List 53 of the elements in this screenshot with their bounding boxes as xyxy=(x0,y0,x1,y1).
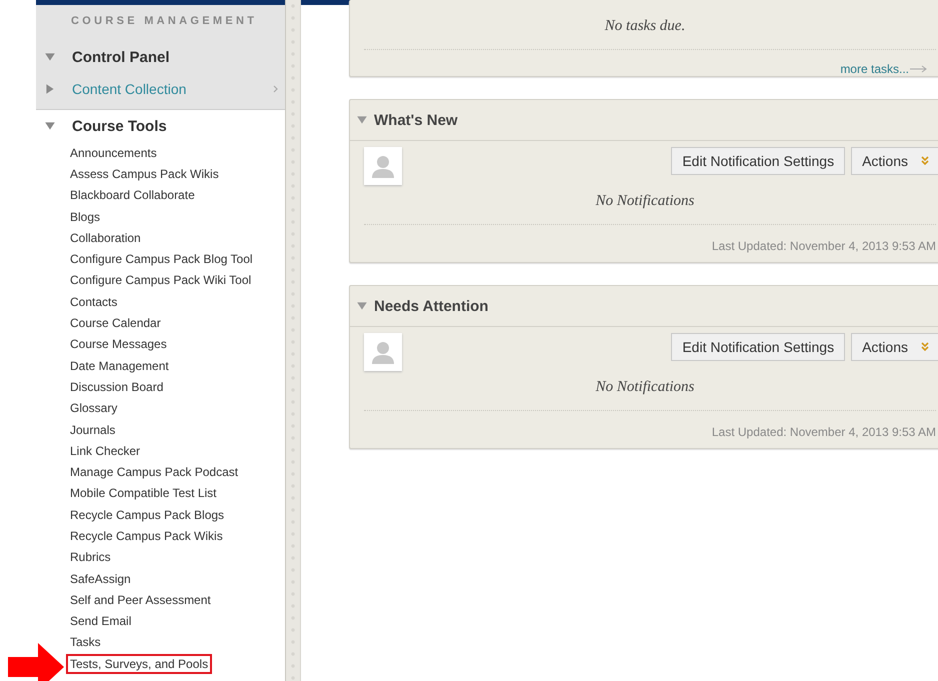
panel-title: What's New xyxy=(374,112,458,128)
actions-menu-button[interactable]: Actions xyxy=(851,147,938,175)
expand-triangle-icon[interactable] xyxy=(44,120,56,132)
menu-item[interactable]: Send Email xyxy=(66,611,136,632)
menu-item[interactable]: Configure Campus Pack Wiki Tool xyxy=(66,270,256,290)
menu-item[interactable]: Date Management xyxy=(66,356,173,376)
avatar-icon xyxy=(364,147,402,185)
empty-message: No tasks due. xyxy=(604,17,686,36)
menu-item[interactable]: Announcements xyxy=(66,142,161,163)
splitter-handle[interactable] xyxy=(285,0,301,681)
menu-item[interactable]: Course Calendar xyxy=(66,313,165,334)
menu-item[interactable]: Blogs xyxy=(66,206,104,227)
menu-item[interactable]: SafeAssign xyxy=(66,568,135,589)
double-chevron-down-icon xyxy=(920,342,930,352)
menu-item[interactable]: Glossary xyxy=(66,398,122,418)
expand-triangle-icon[interactable] xyxy=(44,83,56,95)
menu-item[interactable]: Journals xyxy=(66,420,120,440)
empty-message: No Notifications xyxy=(594,192,696,211)
menu-item[interactable]: Configure Campus Pack Blog Tool xyxy=(66,249,257,270)
menu-item[interactable]: Discussion Board xyxy=(66,376,168,397)
menu-item[interactable]: Collaboration xyxy=(66,228,145,248)
menu-section-title[interactable]: Control Panel xyxy=(72,48,170,66)
menu-item[interactable]: Contacts xyxy=(66,292,122,312)
expand-triangle-icon[interactable] xyxy=(44,51,56,63)
menu-item[interactable]: Tasks xyxy=(66,632,105,652)
panel-title: Needs Attention xyxy=(374,298,488,314)
avatar-icon xyxy=(364,333,402,371)
menu-item[interactable]: Rubrics xyxy=(66,547,115,568)
double-chevron-down-icon xyxy=(920,156,930,166)
menu-item[interactable]: Recycle Campus Pack Wikis xyxy=(66,526,227,546)
menu-item[interactable]: Self and Peer Assessment xyxy=(66,590,215,610)
arrow-right-icon xyxy=(910,65,928,73)
menu-item[interactable]: Manage Campus Pack Podcast xyxy=(66,462,242,482)
edit-settings-button[interactable]: Edit Notification Settings xyxy=(671,333,846,361)
edit-settings-button[interactable]: Edit Notification Settings xyxy=(671,147,846,175)
pointer-arrow-icon xyxy=(8,643,64,681)
last-updated-text: Last Updated: November 4, 2013 9:53 AM xyxy=(710,239,936,253)
more-tasks-link[interactable]: more tasks... xyxy=(840,62,909,76)
menu-item[interactable]: Recycle Campus Pack Blogs xyxy=(66,504,228,525)
menu-section-title[interactable]: Course Tools xyxy=(72,118,167,134)
last-updated-text: Last Updated: November 4, 2013 9:53 AM xyxy=(710,425,936,439)
collapse-triangle-icon[interactable] xyxy=(356,300,368,312)
section-heading: COURSE MANAGEMENT xyxy=(70,15,258,27)
menu-item[interactable]: Course Messages xyxy=(66,334,171,354)
chevron-right-icon xyxy=(273,85,279,93)
menu-item[interactable]: Assess Campus Pack Wikis xyxy=(66,164,223,184)
menu-item[interactable]: Mobile Compatible Test List xyxy=(66,483,221,504)
menu-item[interactable]: Link Checker xyxy=(66,440,144,461)
menu-item[interactable]: Blackboard Collaborate xyxy=(66,185,199,206)
empty-message: No Notifications xyxy=(594,378,696,397)
actions-menu-button[interactable]: Actions xyxy=(851,333,938,361)
collapse-triangle-icon[interactable] xyxy=(356,114,368,126)
menu-item[interactable]: Tests, Surveys, and Pools xyxy=(66,654,212,674)
